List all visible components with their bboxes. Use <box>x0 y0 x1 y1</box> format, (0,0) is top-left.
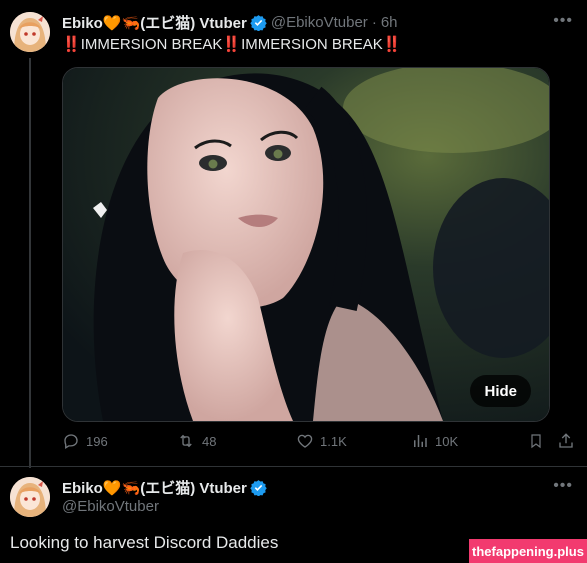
watermark: thefappening.plus <box>469 539 587 563</box>
separator-dot: · <box>371 13 377 31</box>
reply-button[interactable]: 196 <box>62 432 108 450</box>
share-icon <box>559 433 573 448</box>
text-segment: IMMERSION BREAK <box>80 36 223 53</box>
display-name[interactable]: Ebiko🧡🦐(エビ猫) Vtuber <box>62 12 247 33</box>
views-chart-icon <box>414 435 427 447</box>
reply-icon <box>64 434 78 449</box>
handle[interactable]: @EbikoVtuber <box>271 14 368 31</box>
views-button[interactable]: 10K <box>411 432 458 450</box>
display-name[interactable]: Ebiko🧡🦐(エビ猫) Vtuber <box>62 477 247 498</box>
more-icon[interactable]: ••• <box>553 12 573 30</box>
heart-icon <box>297 434 313 448</box>
retweet-icon <box>180 434 192 448</box>
photo-image <box>63 68 549 421</box>
timestamp[interactable]: 6h <box>381 14 398 31</box>
views-count: 10K <box>435 433 459 449</box>
handle[interactable]: @EbikoVtuber <box>62 498 159 515</box>
retweet-button[interactable]: 48 <box>176 432 216 450</box>
reply-count: 196 <box>86 433 108 449</box>
avatar[interactable] <box>10 477 50 517</box>
more-icon[interactable]: ••• <box>553 477 573 495</box>
action-bar: 196 48 1.1K 10K <box>62 432 576 454</box>
tweet-text: Looking to harvest Discord Daddies <box>10 533 279 552</box>
tweet-main[interactable]: Ebiko🧡🦐(エビ猫) Vtuber @EbikoVtuber · 6h ••… <box>0 0 587 468</box>
like-button[interactable]: 1.1K <box>296 432 347 450</box>
bookmark-button[interactable] <box>528 432 550 450</box>
avatar[interactable] <box>10 12 50 52</box>
thread-line <box>29 58 31 468</box>
retweet-count: 48 <box>202 433 217 449</box>
text-segment: IMMERSION BREAK <box>241 36 383 53</box>
double-exclamation-icon: ‼️ <box>222 36 242 53</box>
double-exclamation-icon: ‼️ <box>382 36 402 53</box>
verified-badge-icon <box>250 14 267 31</box>
tweet-photo[interactable]: Hide <box>62 67 550 422</box>
verified-badge-icon <box>250 479 267 496</box>
hide-button[interactable]: Hide <box>470 375 531 407</box>
tweet-header: Ebiko🧡🦐(エビ猫) Vtuber <box>62 477 267 498</box>
double-exclamation-icon: ‼️ <box>62 36 81 53</box>
tweet-text: ‼️IMMERSION BREAK‼️IMMERSION BREAK‼️ <box>62 35 401 53</box>
bookmark-icon <box>531 434 541 449</box>
like-count: 1.1K <box>320 433 347 449</box>
tweet-header: Ebiko🧡🦐(エビ猫) Vtuber @EbikoVtuber · 6h <box>62 12 398 32</box>
share-button[interactable] <box>557 432 581 450</box>
